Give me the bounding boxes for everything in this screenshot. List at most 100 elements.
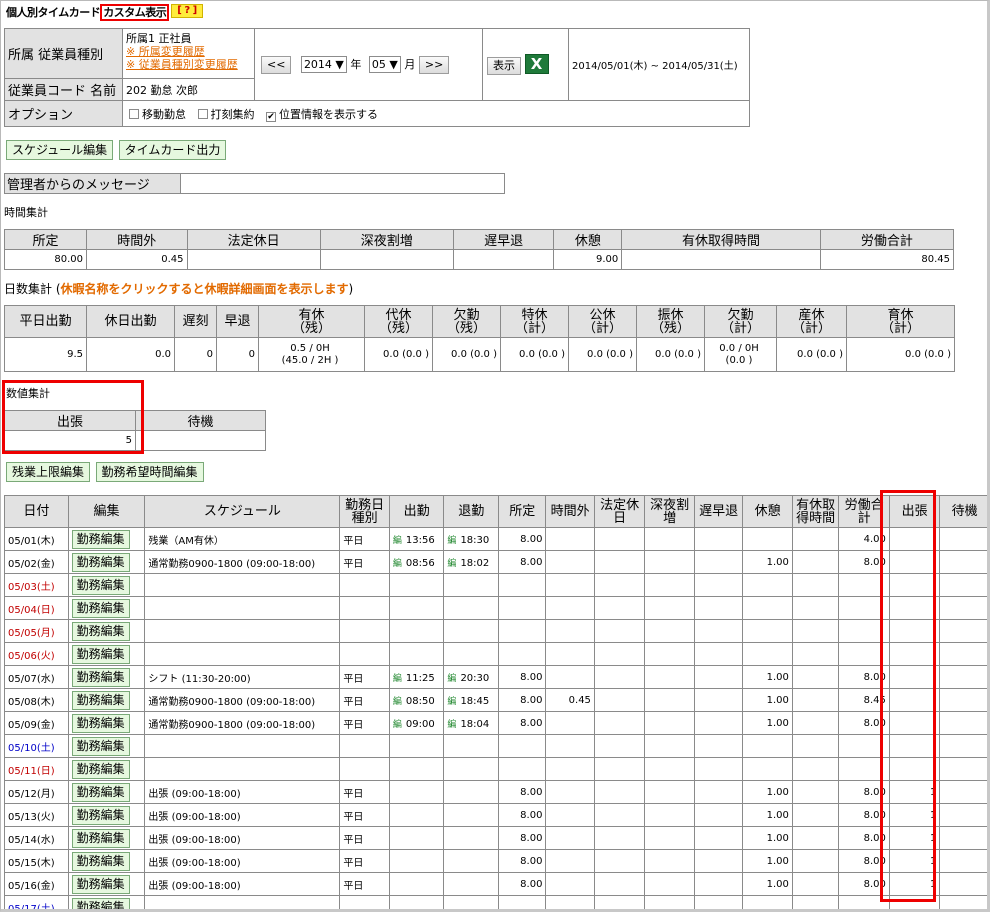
clock-edit-icon[interactable]: 編 <box>393 559 402 569</box>
row-night <box>644 688 695 712</box>
work-edit-button[interactable]: 勤務編集 <box>71 575 130 595</box>
row-fixed <box>497 734 547 758</box>
overtime-limit-edit-button[interactable]: 残業上限編集 <box>6 462 91 482</box>
timecard-output-button[interactable]: タイムカード出力 <box>118 140 227 160</box>
day-summary-header[interactable]: 振休 （残） <box>636 305 705 338</box>
work-edit-button[interactable]: 勤務編集 <box>71 552 130 572</box>
mobile-attendance-checkbox[interactable] <box>129 108 139 119</box>
year-select[interactable]: 2014 ▼ <box>300 55 347 73</box>
row-date: 05/11(日) <box>4 757 69 781</box>
work-edit-button[interactable]: 勤務編集 <box>71 713 130 733</box>
work-edit-button[interactable]: 勤務編集 <box>71 690 130 710</box>
row-date: 05/01(木) <box>4 527 69 551</box>
affiliation-history-link[interactable]: ※ 所属変更履歴 <box>126 45 251 58</box>
row-standby <box>939 734 990 758</box>
row-night <box>644 573 695 597</box>
row-overtime <box>545 803 595 827</box>
affiliation-value: 所属1 正社員 <box>126 32 192 45</box>
show-button[interactable]: 表示 <box>487 57 521 75</box>
row-standby <box>939 688 990 712</box>
row-schedule: 通常勤務0900-1800 (09:00-18:00) <box>144 550 341 574</box>
day-summary-header[interactable]: 産休 （計） <box>776 305 847 338</box>
row-date: 05/09(金) <box>4 711 69 735</box>
clock-edit-icon[interactable]: 編 <box>447 720 456 730</box>
row-work-total <box>838 619 890 643</box>
work-edit-button[interactable]: 勤務編集 <box>71 805 130 825</box>
work-edit-button[interactable]: 勤務編集 <box>71 529 130 549</box>
row-edit-cell: 勤務編集 <box>67 826 146 850</box>
row-standby <box>939 619 990 643</box>
row-standby <box>939 826 990 850</box>
row-trip <box>888 550 941 574</box>
employee-type-history-link[interactable]: ※ 従業員種別変更履歴 <box>126 58 251 71</box>
row-date: 05/06(火) <box>4 642 69 666</box>
stamp-aggregate-checkbox[interactable] <box>197 108 208 119</box>
excel-export-icon[interactable]: X <box>524 54 549 74</box>
timecard-row: 05/14(水) 勤務編集 出張 (09:00-18:00) 平日 8.00 1.00 8.… <box>4 826 990 850</box>
row-clock-in: 編 11:25 <box>388 665 445 689</box>
timecard-header: 退勤 <box>443 495 499 528</box>
row-edit-cell: 勤務編集 <box>67 895 146 912</box>
day-summary-header[interactable]: 欠勤 （残） <box>432 305 501 338</box>
timecard-header: 労働合計 <box>838 495 890 528</box>
numeric-header-trip: 出張 <box>4 410 136 431</box>
work-request-edit-button[interactable]: 勤務希望時間編集 <box>95 462 204 482</box>
row-overtime: 0.45 <box>545 688 595 712</box>
numeric-header-standby: 待機 <box>135 410 266 431</box>
page-title: 個人別タイムカード カスタム表示[ ? ] <box>6 4 203 21</box>
work-edit-button[interactable]: 勤務編集 <box>71 828 130 848</box>
clock-edit-icon[interactable]: 編 <box>393 674 402 684</box>
work-edit-button[interactable]: 勤務編集 <box>71 851 130 871</box>
row-legal-holiday <box>593 826 646 850</box>
employee-code-value: 202 勤怠 次郎 <box>122 78 255 101</box>
clock-edit-icon[interactable]: 編 <box>393 536 402 546</box>
work-edit-button[interactable]: 勤務編集 <box>71 736 130 756</box>
work-edit-button[interactable]: 勤務編集 <box>71 621 130 641</box>
clock-edit-icon[interactable]: 編 <box>447 559 456 569</box>
row-day-type: 平日 <box>339 665 390 689</box>
row-clock-in <box>388 573 445 597</box>
row-late-early <box>693 550 744 574</box>
clock-edit-icon[interactable]: 編 <box>393 697 402 707</box>
help-button[interactable]: [ ? ] <box>171 4 203 18</box>
work-edit-button[interactable]: 勤務編集 <box>71 874 130 894</box>
row-edit-cell: 勤務編集 <box>67 734 146 758</box>
work-edit-button[interactable]: 勤務編集 <box>71 897 130 912</box>
row-rest <box>742 527 793 551</box>
row-rest: 1.00 <box>742 803 793 827</box>
work-edit-button[interactable]: 勤務編集 <box>71 782 130 802</box>
row-legal-holiday <box>593 872 646 896</box>
work-edit-button[interactable]: 勤務編集 <box>71 644 130 664</box>
day-summary-header: 遅刻 <box>174 305 217 338</box>
show-location-checkbox[interactable]: ✔ <box>266 111 276 122</box>
day-summary-header[interactable]: 欠勤 （計） <box>704 305 777 338</box>
row-clock-out: 編 18:45 <box>443 688 499 712</box>
day-summary-header[interactable]: 公休 （計） <box>568 305 637 338</box>
clock-edit-icon[interactable]: 編 <box>447 697 456 707</box>
row-trip <box>888 688 941 712</box>
prev-month-button[interactable]: << <box>261 55 292 74</box>
day-summary-header[interactable]: 有休 （残） <box>258 305 365 338</box>
row-legal-holiday <box>593 734 646 758</box>
row-edit-cell: 勤務編集 <box>67 642 146 666</box>
work-edit-button[interactable]: 勤務編集 <box>71 759 130 779</box>
day-summary-header[interactable]: 育休 （計） <box>846 305 955 338</box>
row-late-early <box>693 803 744 827</box>
next-month-button[interactable]: >> <box>418 55 450 74</box>
day-summary-header[interactable]: 特休 （計） <box>500 305 569 338</box>
row-clock-in <box>388 642 445 666</box>
clock-edit-icon[interactable]: 編 <box>447 674 456 684</box>
work-edit-button[interactable]: 勤務編集 <box>71 598 130 618</box>
row-night <box>644 849 695 873</box>
row-paid-leave-hours <box>791 895 840 912</box>
row-work-total: 8.00 <box>838 665 890 689</box>
time-summary-header: 労働合計 <box>819 229 955 250</box>
schedule-edit-button[interactable]: スケジュール編集 <box>6 140 114 160</box>
timecard-row: 05/10(土) 勤務編集 <box>4 734 990 758</box>
day-summary-header[interactable]: 代休 （残） <box>364 305 433 338</box>
clock-edit-icon[interactable]: 編 <box>393 720 402 730</box>
clock-edit-icon[interactable]: 編 <box>447 536 456 546</box>
work-edit-button[interactable]: 勤務編集 <box>71 667 130 687</box>
month-select[interactable]: 05 ▼ <box>368 55 401 73</box>
row-paid-leave-hours <box>791 711 840 735</box>
